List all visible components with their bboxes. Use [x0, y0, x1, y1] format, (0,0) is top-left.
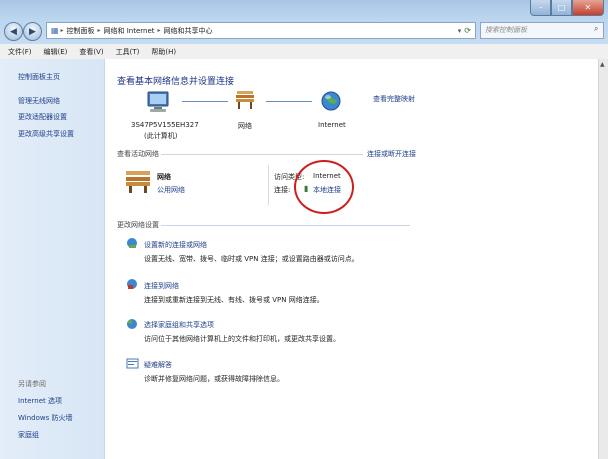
breadcrumb-control-panel[interactable]: 控制面板: [66, 26, 94, 36]
annotation-circle: [294, 160, 354, 214]
divider: [161, 154, 363, 155]
network-map-label: 网络: [238, 122, 252, 130]
breadcrumb-network-sharing-center[interactable]: 网络和共享中心: [164, 26, 213, 36]
refresh-icon[interactable]: ⟳: [464, 26, 475, 35]
chevron-right-icon: ▸: [97, 27, 101, 34]
search-icon[interactable]: ⌕: [594, 24, 598, 34]
connection-line: [266, 101, 312, 102]
search-input[interactable]: 搜索控制面板: [480, 22, 604, 39]
scrollbar[interactable]: ▲: [598, 59, 608, 459]
menu-help[interactable]: 帮助(H): [143, 47, 180, 57]
view-full-map-link[interactable]: 查看完整映射: [373, 94, 415, 104]
menu-bar: 文件(F) 编辑(E) 查看(V) 工具(T) 帮助(H): [0, 44, 608, 60]
network-bench-icon: [234, 89, 256, 113]
menu-edit[interactable]: 编辑(E): [36, 47, 72, 57]
globe-icon: [320, 90, 342, 114]
task-troubleshoot-link[interactable]: 疑难解答: [144, 360, 172, 370]
connection-line: [182, 101, 228, 102]
connect-network-icon: [126, 278, 139, 293]
divider: [161, 225, 410, 226]
menu-file[interactable]: 文件(F): [0, 47, 36, 57]
change-settings-heading: 更改网络设置: [117, 221, 159, 229]
maximize-button[interactable]: □: [551, 0, 572, 16]
page-title: 查看基本网络信息并设置连接: [117, 77, 235, 87]
window-controls: – □ ✕: [530, 0, 604, 17]
left-pane: 控制面板主页 管理无线网络 更改适配器设置 更改高级共享设置 另请参阅 Inte…: [0, 59, 105, 459]
see-also-heading: 另请参阅: [18, 380, 46, 388]
task-troubleshoot-desc: 诊断并修复网络问题，或获得故障排除信息。: [144, 375, 284, 383]
task-connect-network-link[interactable]: 连接到网络: [144, 281, 179, 291]
task-setup-connection-desc: 设置无线、宽带、拨号、临时或 VPN 连接；或设置路由器或访问点。: [144, 255, 359, 263]
sidebar-item-manage-wireless[interactable]: 管理无线网络: [18, 96, 60, 106]
forward-button[interactable]: ▶: [23, 22, 42, 41]
task-homegroup-link[interactable]: 选择家庭组和共享选项: [144, 320, 214, 330]
task-connect-network-desc: 连接到或重新连接到无线、有线、拨号或 VPN 网络连接。: [144, 296, 324, 304]
scroll-up-icon[interactable]: ▲: [600, 61, 605, 68]
connections-label: 连接:: [274, 186, 291, 194]
breadcrumb-network-internet[interactable]: 网络和 Internet: [104, 26, 155, 36]
homegroup-icon: [126, 317, 139, 332]
chevron-right-icon: ▸: [157, 27, 161, 34]
sidebar-item-adapter-settings[interactable]: 更改适配器设置: [18, 112, 67, 122]
network-bench-icon: [124, 168, 152, 196]
sidebar-item-homegroup[interactable]: 家庭组: [18, 430, 39, 440]
troubleshoot-icon: [126, 357, 139, 372]
sidebar-item-advanced-sharing[interactable]: 更改高级共享设置: [18, 129, 74, 139]
network-name: 网络: [157, 173, 171, 181]
back-button[interactable]: ◀: [4, 22, 23, 41]
sidebar-item-internet-options[interactable]: Internet 选项: [18, 396, 62, 406]
active-networks-heading: 查看活动网络: [117, 150, 159, 158]
menu-view[interactable]: 查看(V): [71, 47, 107, 57]
task-setup-connection-link[interactable]: 设置新的连接或网络: [144, 240, 207, 250]
address-bar[interactable]: ▦ ▸ 控制面板 ▸ 网络和 Internet ▸ 网络和共享中心 ▾ ⟳: [46, 22, 476, 39]
connect-disconnect-link[interactable]: 连接或断开连接: [367, 149, 416, 159]
chevron-right-icon: ▸: [58, 27, 64, 34]
sidebar-item-home[interactable]: 控制面板主页: [18, 72, 60, 82]
minimize-button[interactable]: –: [530, 0, 552, 16]
internet-map-label: Internet: [318, 121, 346, 129]
task-homegroup-desc: 访问位于其他网络计算机上的文件和打印机，或更改共享设置。: [144, 335, 340, 343]
computer-sub-label: (此计算机): [144, 132, 178, 140]
sidebar-item-firewall[interactable]: Windows 防火墙: [18, 413, 72, 423]
network-setup-icon: [126, 237, 139, 252]
network-type-link[interactable]: 公用网络: [157, 185, 185, 195]
divider: [268, 165, 269, 205]
computer-icon: [134, 90, 178, 116]
menu-tools[interactable]: 工具(T): [108, 47, 144, 57]
control-panel-icon: ▦: [51, 26, 59, 35]
close-button[interactable]: ✕: [571, 0, 604, 16]
computer-name: 3S47P5V155EH327: [131, 121, 199, 129]
